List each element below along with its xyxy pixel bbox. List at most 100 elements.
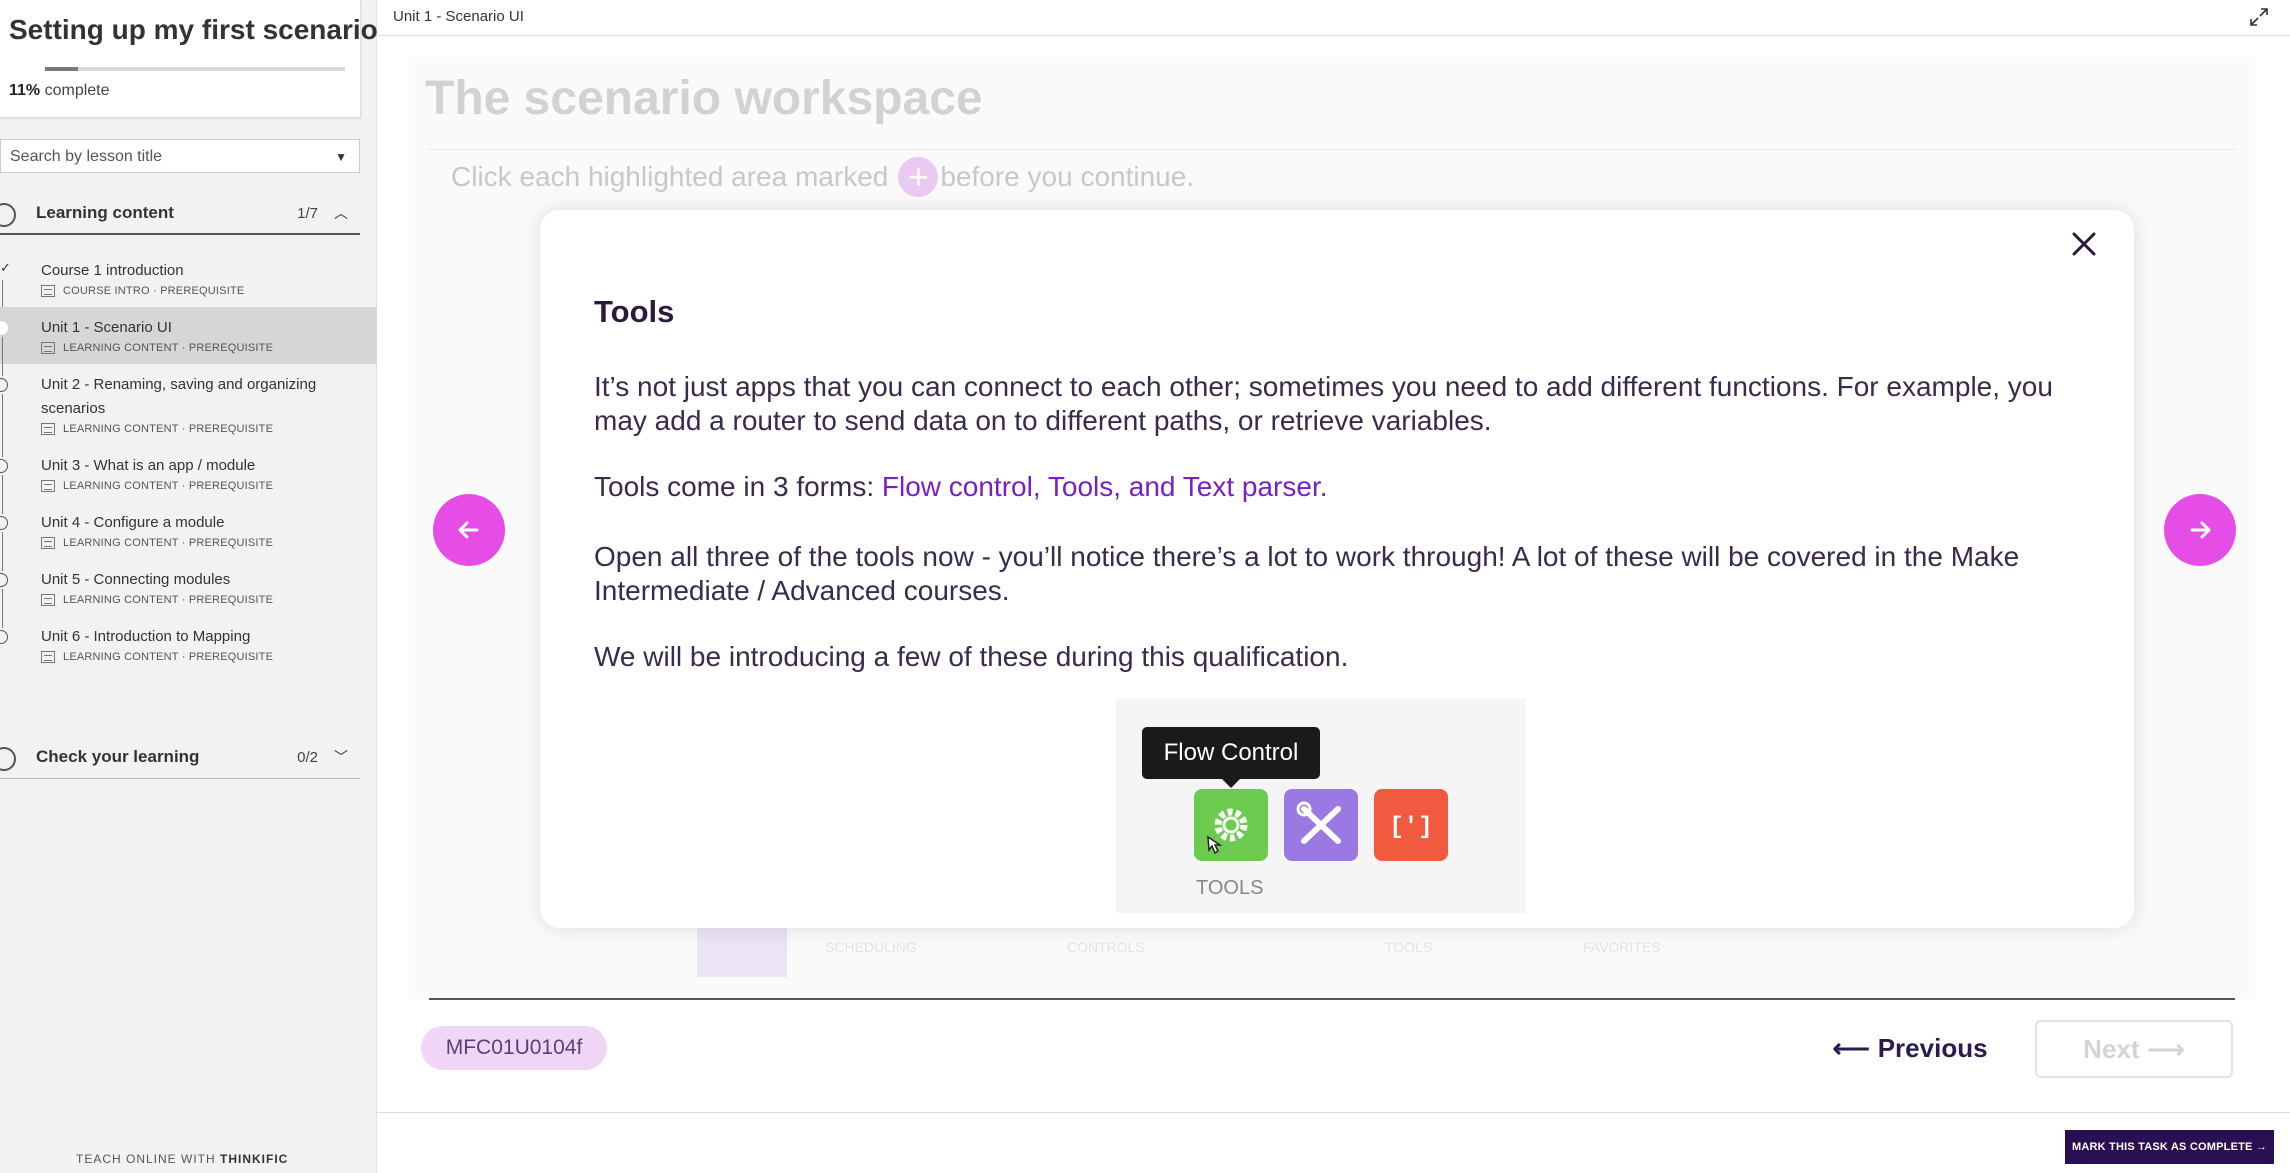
slides-icon <box>41 480 55 492</box>
slides-icon <box>41 651 55 663</box>
plus-hotspot-icon: + <box>898 157 939 197</box>
slides-icon <box>41 342 55 354</box>
background-label-scheduling: SCHEDULING <box>825 939 917 955</box>
thinkific-footer-link[interactable]: TEACH ONLINE WITH THINKIFIC <box>76 1152 288 1166</box>
progress-percent: 11% <box>9 82 41 99</box>
next-label: Next <box>2083 1033 2140 1064</box>
lesson-status-dot <box>0 459 8 473</box>
lesson-item-unit-1[interactable]: Unit 1 - Scenario UI LEARNING CONTENT · … <box>0 307 377 376</box>
slides-icon <box>41 537 55 549</box>
lesson-list: ✓ Course 1 introduction COURSE INTRO · P… <box>0 250 377 673</box>
paragraph-2-text: Tools come in 3 forms: <box>594 471 882 502</box>
lesson-status-dot <box>0 630 8 644</box>
arrow-left-icon <box>458 521 479 539</box>
paragraph-2-highlight: Flow control, Tools, and Text parser. <box>881 471 1328 502</box>
lesson-status-dot <box>0 378 8 392</box>
section-progress-circle-icon <box>0 203 16 227</box>
course-header: Setting up my first scenario 11% complet… <box>0 0 378 118</box>
progress-suffix: complete <box>44 82 110 99</box>
lesson-status-dot <box>0 516 8 530</box>
slide-next-button[interactable] <box>2164 494 2236 566</box>
arrow-right-icon: ⟶ <box>2147 1033 2185 1064</box>
modal-paragraph-1: It’s not just apps that you can connect … <box>594 371 2053 436</box>
arrow-right-icon <box>2190 521 2211 539</box>
lesson-meta: LEARNING CONTENT · PREREQUISITE <box>41 423 377 435</box>
slides-icon <box>41 594 55 606</box>
previous-button[interactable]: ⟵ Previous <box>1830 1020 1990 1076</box>
background-label-tools: TOOLS <box>1385 939 1433 955</box>
instruction-before: Click each highlighted area marked <box>451 161 889 192</box>
lesson-topbar: Unit 1 - Scenario UI <box>377 0 2290 36</box>
footer-brand: THINKIFIC <box>220 1152 289 1166</box>
tools-illustration: Flow Control ['] TOOLS <box>1116 699 1526 913</box>
previous-label: Previous <box>1877 1032 1988 1063</box>
lesson-meta: COURSE INTRO · PREREQUISITE <box>41 285 377 297</box>
lesson-meta: LEARNING CONTENT · PREREQUISITE <box>41 342 377 354</box>
lesson-title-header: Unit 1 - Scenario UI <box>393 8 524 25</box>
mark-complete-button[interactable]: MARK THIS TASK AS COMPLETE → <box>2065 1130 2274 1164</box>
expand-icon[interactable] <box>2248 6 2270 28</box>
lesson-meta: LEARNING CONTENT · PREREQUISITE <box>41 594 377 606</box>
background-label-favorites: FAVORITES <box>1583 939 1661 955</box>
task-code-badge: MFC01U0104f <box>421 1026 607 1070</box>
chevron-down-icon[interactable]: ﹀ <box>334 747 348 767</box>
lesson-title: Unit 3 - What is an app / module <box>41 457 256 474</box>
page-icon <box>41 285 55 297</box>
lesson-status-dot <box>0 321 8 335</box>
course-progress-bar <box>45 67 345 71</box>
lesson-title: Unit 6 - Introduction to Mapping <box>41 628 251 645</box>
lesson-title: Unit 1 - Scenario UI <box>41 319 172 336</box>
background-divider <box>429 149 2235 150</box>
lesson-title: Unit 5 - Connecting modules <box>41 571 231 588</box>
footer-divider <box>377 1112 2290 1113</box>
background-label-controls: CONTROLS <box>1067 939 1145 955</box>
lesson-title: Unit 2 - Renaming, saving and organizing… <box>41 376 317 417</box>
lesson-item-unit-4[interactable]: Unit 4 - Configure a module LEARNING CON… <box>0 502 377 571</box>
footer-prefix: TEACH ONLINE WITH <box>76 1152 216 1166</box>
content-bottom-divider <box>429 998 2235 1000</box>
lesson-search-placeholder: Search by lesson title <box>10 148 163 165</box>
lesson-meta: LEARNING CONTENT · PREREQUISITE <box>41 651 377 663</box>
flow-control-tool-icon <box>1194 789 1268 861</box>
modal-paragraph-3: Open all three of the tools now - you’ll… <box>594 541 2020 606</box>
lesson-status-dot <box>0 573 8 587</box>
lesson-item-unit-3[interactable]: Unit 3 - What is an app / module LEARNIN… <box>0 445 377 514</box>
instruction-after: before you continue. <box>940 161 1195 192</box>
flow-control-tooltip: Flow Control <box>1142 727 1320 788</box>
lesson-meta: LEARNING CONTENT · PREREQUISITE <box>41 537 377 549</box>
section-count: 1/7 <box>297 205 318 222</box>
lesson-meta: LEARNING CONTENT · PREREQUISITE <box>41 480 377 492</box>
course-progress-fill <box>45 67 78 71</box>
mark-complete-label: MARK THIS TASK AS COMPLETE <box>2071 1141 2253 1153</box>
modal-title: Tools <box>594 294 675 329</box>
lesson-title: Course 1 introduction <box>41 262 184 279</box>
hotspot-modal: Tools It’s not just apps that you can co… <box>540 210 2134 928</box>
chevron-up-icon[interactable]: ︿ <box>334 203 348 223</box>
lesson-title: Unit 4 - Configure a module <box>41 514 225 531</box>
course-title: Setting up my first scenario <box>9 14 378 45</box>
slide-prev-button[interactable] <box>433 494 505 566</box>
lesson-item-unit-6[interactable]: Unit 6 - Introduction to Mapping LEARNIN… <box>0 616 377 673</box>
svg-text:[']: ['] <box>1389 814 1432 841</box>
section-count: 0/2 <box>297 749 318 766</box>
text-parser-icon: ['] <box>1389 814 1432 841</box>
next-button[interactable]: Next ⟶ <box>2035 1020 2233 1078</box>
wrench-screwdriver-icon <box>1296 801 1341 844</box>
slides-icon <box>41 423 55 435</box>
background-title: The scenario workspace <box>425 72 983 125</box>
lesson-search-select[interactable]: Search by lesson title ▼ <box>0 139 360 173</box>
section-label: Learning content <box>36 203 174 222</box>
section-learning-content[interactable]: Learning content 1/7 ︿ <box>0 191 360 235</box>
section-progress-circle-icon <box>0 747 16 771</box>
lesson-item-unit-5[interactable]: Unit 5 - Connecting modules LEARNING CON… <box>0 559 377 628</box>
close-icon[interactable] <box>2064 224 2104 264</box>
lesson-item-course-intro[interactable]: ✓ Course 1 introduction COURSE INTRO · P… <box>0 250 377 319</box>
arrow-right-icon: → <box>2255 1141 2268 1153</box>
lesson-item-unit-2[interactable]: Unit 2 - Renaming, saving and organizing… <box>0 364 377 457</box>
tools-label: TOOLS <box>1196 877 1264 899</box>
section-check-your-learning[interactable]: Check your learning 0/2 ﹀ <box>0 735 360 779</box>
text-parser-tool-icon: ['] <box>1374 789 1448 861</box>
arrow-left-icon: ⟵ <box>1832 1032 1870 1063</box>
chevron-down-icon: ▼ <box>335 150 347 164</box>
background-instruction: Click each highlighted area marked + bef… <box>451 157 1194 197</box>
